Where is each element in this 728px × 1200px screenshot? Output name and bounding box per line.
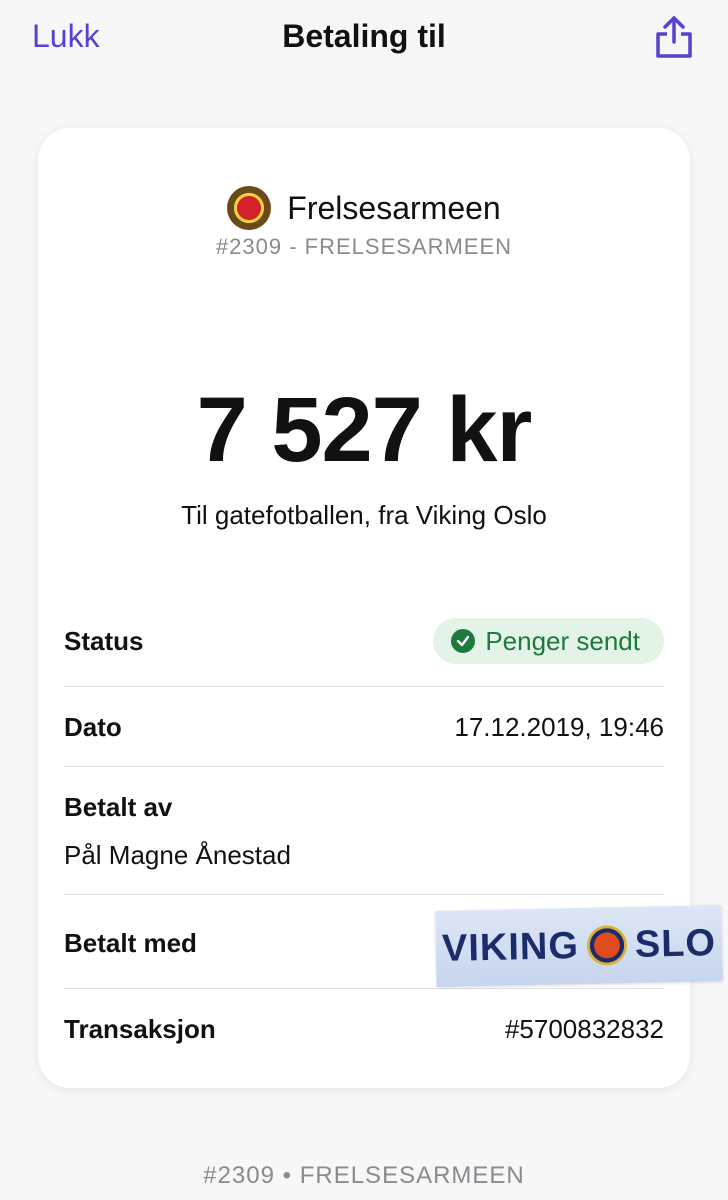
crest-icon: [586, 925, 628, 966]
paid-by-value: Pål Magne Ånestad: [64, 840, 291, 870]
banner-left-word: VIKING: [441, 924, 580, 970]
merchant-logo: [227, 186, 272, 230]
merchant-name: Frelsesarmeen: [287, 189, 501, 226]
paid-by-row: Betalt av Pål Magne Ånestad: [64, 766, 664, 895]
share-icon: [656, 16, 692, 58]
transaction-label: Transaksjon: [64, 1014, 216, 1044]
status-badge: Penger sendt: [433, 618, 664, 664]
transaction-row: Transaksjon #5700832832: [64, 988, 664, 1074]
merchant-id: #2309 - FRELSESARMEEN: [215, 234, 513, 259]
merchant-header: Frelsesarmeen: [38, 186, 690, 230]
date-label: Dato: [64, 712, 122, 742]
status-value: Penger sendt: [485, 625, 640, 656]
page-title: Betaling til: [282, 18, 446, 54]
paid-with-label: Betalt med: [64, 928, 197, 958]
paid-by-label: Betalt av: [64, 792, 173, 822]
date-row: Dato 17.12.2019, 19:46: [64, 686, 664, 767]
viking-oslo-banner-overlay: VIKING SLO: [435, 905, 723, 987]
check-circle-icon: [451, 629, 476, 653]
date-value: 17.12.2019, 19:46: [454, 712, 664, 742]
top-bar: Lukk Betaling til: [0, 0, 728, 80]
banner-right-word: SLO: [634, 921, 717, 966]
share-button[interactable]: [652, 14, 696, 60]
status-row: Status Penger sendt: [64, 618, 664, 687]
payment-amount: 7 527 kr: [196, 379, 533, 481]
status-label: Status: [64, 626, 144, 656]
footer-merchant-id: #2309 • FRELSESARMEEN: [203, 1162, 525, 1189]
transaction-value: #5700832832: [504, 1014, 664, 1044]
payment-message: Til gatefotballen, fra Viking Oslo: [181, 500, 547, 530]
